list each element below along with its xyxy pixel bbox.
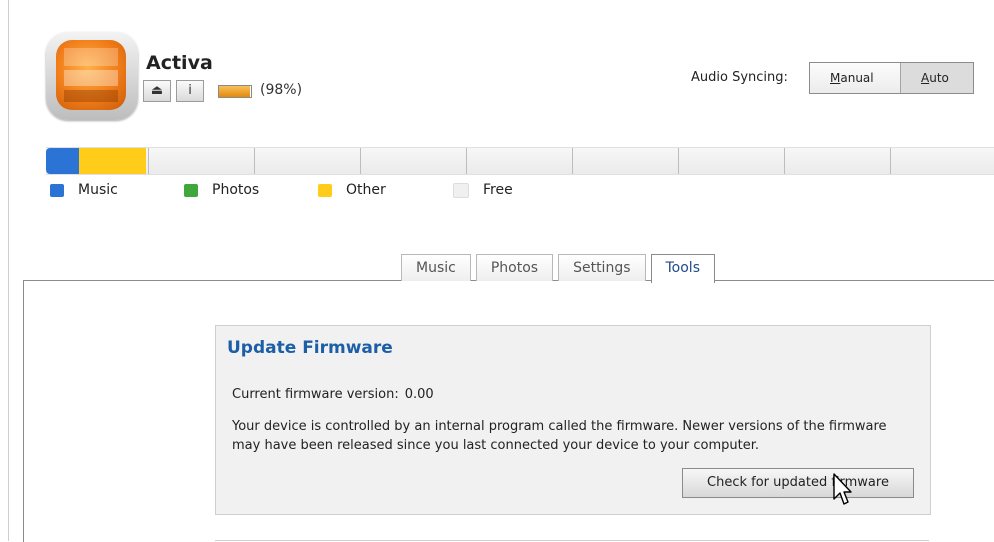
- sync-manual-button[interactable]: Manual: [810, 63, 901, 93]
- battery-percentage: (98%): [260, 82, 303, 98]
- audio-syncing-toggle: Manual Auto: [809, 62, 974, 94]
- device-name: Activa: [146, 52, 213, 74]
- tab-music[interactable]: Music: [401, 254, 471, 281]
- free-swatch-icon: [453, 182, 469, 198]
- storage-tick: [466, 148, 467, 174]
- eject-icon: ⏏: [150, 83, 164, 98]
- battery-fill: [219, 86, 251, 97]
- legend-item-free: Free: [453, 182, 513, 198]
- other-swatch-icon: [318, 183, 332, 197]
- tab-settings[interactable]: Settings: [558, 254, 646, 281]
- update-firmware-panel: Update Firmware Current firmware version…: [215, 325, 931, 515]
- legend-item-other: Other: [318, 182, 386, 198]
- storage-tick: [784, 148, 785, 174]
- firmware-version-row: Current firmware version: 0.00: [232, 387, 434, 402]
- legend-item-music: Music: [50, 182, 118, 198]
- firmware-description: Your device is controlled by an internal…: [232, 419, 887, 453]
- eject-button[interactable]: ⏏: [143, 80, 171, 102]
- tab-bar: Music Photos Settings Tools: [401, 254, 720, 283]
- check-updated-firmware-button[interactable]: Check for updated firmware: [682, 468, 914, 498]
- storage-usage-bar: [46, 147, 994, 175]
- tab-tools[interactable]: Tools: [650, 254, 715, 283]
- mouse-pointer-icon: [833, 473, 852, 505]
- photos-swatch-icon: [184, 183, 198, 197]
- left-border: [8, 0, 9, 541]
- battery-icon: [218, 85, 252, 98]
- sync-auto-button[interactable]: Auto: [901, 63, 973, 93]
- panel-title: Update Firmware: [227, 338, 393, 358]
- firmware-version-value: 0.00: [404, 387, 434, 402]
- storage-tick: [678, 148, 679, 174]
- storage-tick: [890, 148, 891, 174]
- storage-tick: [572, 148, 573, 174]
- info-button[interactable]: i: [176, 80, 204, 102]
- legend-item-photos: Photos: [184, 182, 259, 198]
- tab-photos[interactable]: Photos: [475, 254, 554, 281]
- storage-tick: [148, 148, 149, 174]
- storage-segment-free: [145, 148, 994, 174]
- storage-segment-music: [46, 148, 80, 174]
- storage-tick: [254, 148, 255, 174]
- audio-syncing-label: Audio Syncing:: [691, 70, 788, 85]
- music-swatch-icon: [50, 183, 64, 197]
- device-screen-icon: [56, 40, 126, 110]
- storage-segment-other: [79, 148, 146, 174]
- firmware-version-label: Current firmware version:: [232, 387, 399, 402]
- device-image: [46, 32, 138, 120]
- storage-tick: [360, 148, 361, 174]
